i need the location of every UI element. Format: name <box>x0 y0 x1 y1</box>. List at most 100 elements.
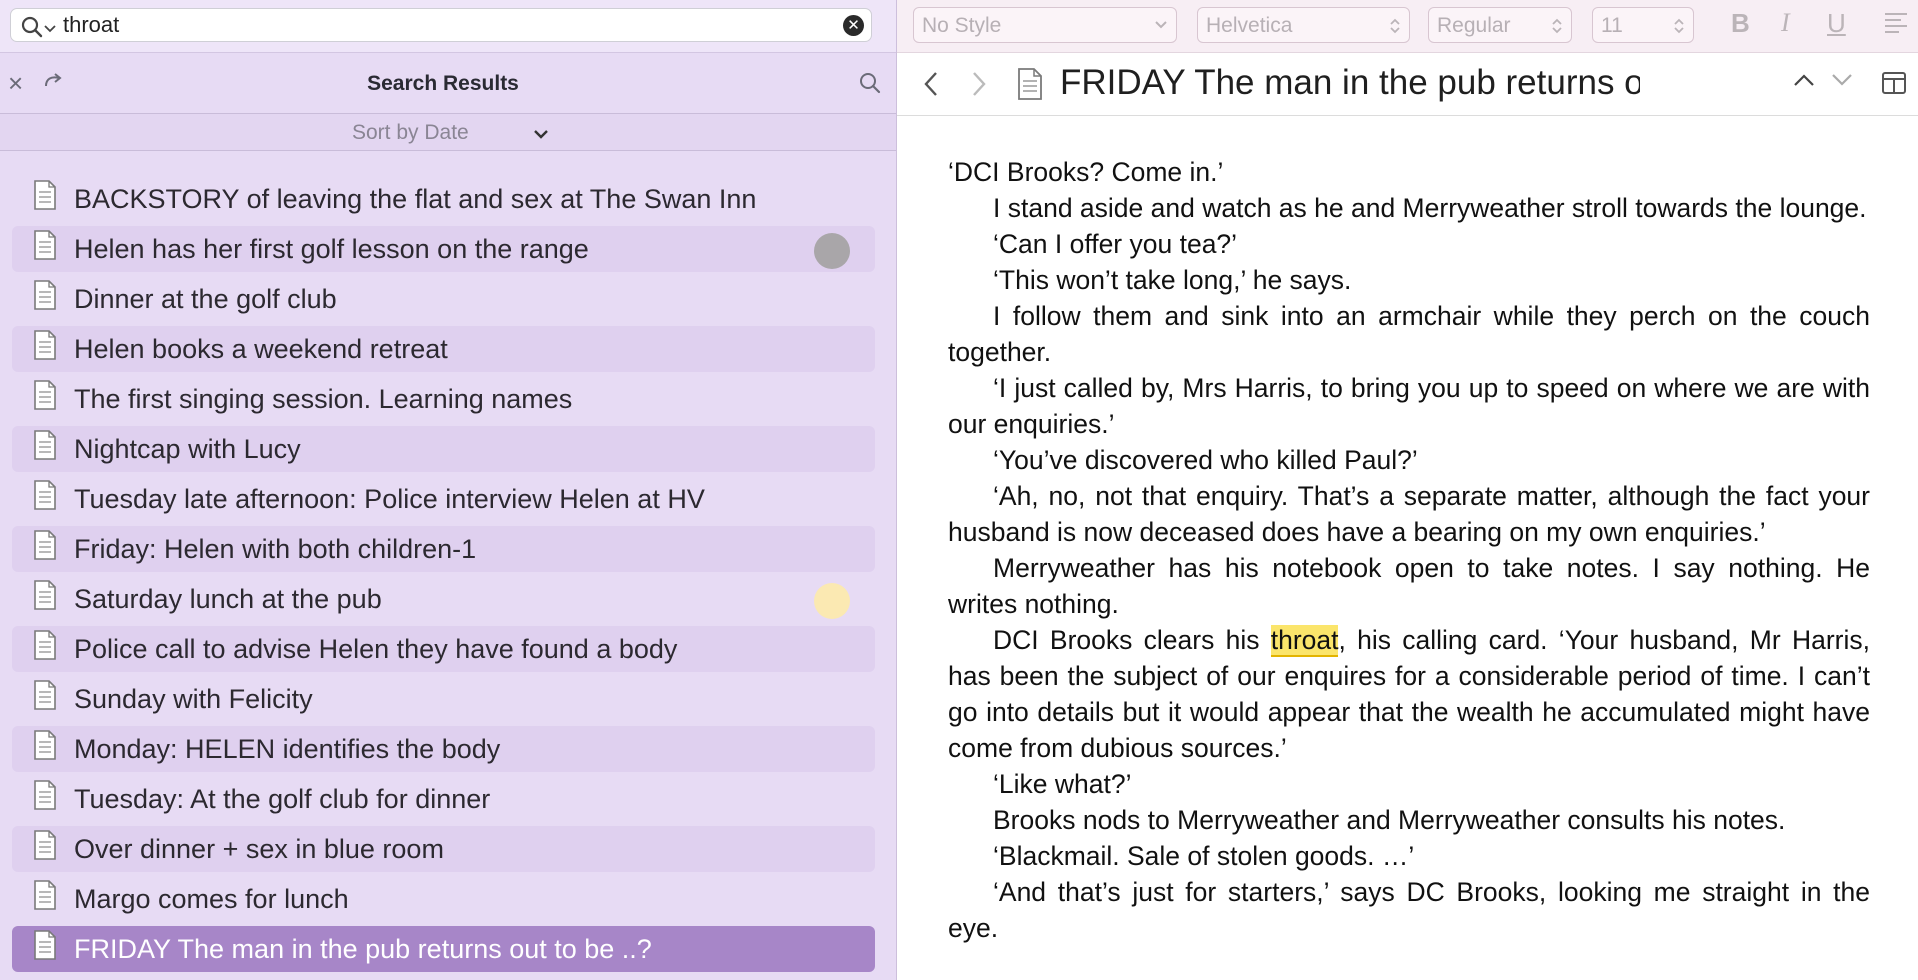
underline-button[interactable]: U <box>1827 8 1846 39</box>
paragraph: ‘Like what?’ <box>993 769 1132 799</box>
result-item-label: The first singing session. Learning name… <box>74 384 573 414</box>
document-icon <box>33 180 57 215</box>
forward-arrow-icon[interactable] <box>971 70 987 103</box>
result-item[interactable]: BACKSTORY of leaving the flat and sex at… <box>12 176 875 222</box>
document-editor[interactable]: ‘DCI Brooks? Come in.’ I stand aside and … <box>948 154 1870 946</box>
chevron-up-icon[interactable] <box>1793 73 1815 92</box>
paragraph: ‘And that’s just for starters,’ says DC … <box>948 877 1870 943</box>
result-item-label: Friday: Helen with both children-1 <box>74 534 477 564</box>
result-item-label: Nightcap with Lucy <box>74 434 301 464</box>
result-item-label: FRIDAY The man in the pub returns out to… <box>74 934 652 964</box>
result-item-label: Tuesday late afternoon: Police interview… <box>74 484 705 514</box>
document-icon <box>33 730 57 765</box>
result-item-label: Saturday lunch at the pub <box>74 584 382 614</box>
result-item[interactable]: Tuesday late afternoon: Police interview… <box>12 476 875 522</box>
document-icon <box>33 330 57 365</box>
paragraph: Brooks nods to Merryweather and Merrywea… <box>993 805 1786 835</box>
paragraph-text: DCI Brooks clears his <box>993 625 1271 655</box>
document-icon <box>1017 68 1043 105</box>
document-icon <box>33 430 57 465</box>
document-icon <box>33 680 57 715</box>
paragraph: I follow them and sink into an armchair … <box>948 301 1870 367</box>
result-item-label: BACKSTORY of leaving the flat and sex at… <box>74 184 757 214</box>
result-item[interactable]: Police call to advise Helen they have fo… <box>12 626 875 672</box>
document-icon <box>33 780 57 815</box>
italic-button[interactable]: I <box>1781 8 1790 38</box>
chevron-down-icon <box>44 20 56 38</box>
font-size-select[interactable]: 11 <box>1592 7 1694 43</box>
document-icon <box>33 380 57 415</box>
result-item-label: Helen books a weekend retreat <box>74 334 448 364</box>
result-item-label: Sunday with Felicity <box>74 684 313 714</box>
result-item-label: Monday: HELEN identifies the body <box>74 734 501 764</box>
result-item[interactable]: Over dinner + sex in blue room <box>12 826 875 872</box>
document-icon <box>33 880 57 915</box>
result-item-label: Helen has her first golf lesson on the r… <box>74 234 589 264</box>
document-title[interactable]: FRIDAY The man in the pub returns out to… <box>1060 63 1640 103</box>
paragraph: Merryweather has his notebook open to ta… <box>948 553 1870 619</box>
result-item-label: Over dinner + sex in blue room <box>74 834 444 864</box>
paragraph-style-select[interactable]: No Style <box>913 7 1177 43</box>
result-item[interactable]: Friday: Helen with both children-1 <box>12 526 875 572</box>
document-icon <box>33 280 57 315</box>
chevron-down-icon[interactable] <box>533 126 549 144</box>
search-field[interactable]: ✕ <box>10 8 872 42</box>
result-item[interactable]: Helen books a weekend retreat <box>12 326 875 372</box>
paragraph: ‘You’ve discovered who killed Paul?’ <box>993 445 1418 475</box>
document-icon <box>33 830 57 865</box>
chevron-down-icon <box>1154 16 1168 40</box>
bold-button[interactable]: B <box>1731 8 1750 39</box>
stepper-icon <box>1551 16 1563 42</box>
search-input[interactable] <box>63 12 833 38</box>
result-item[interactable]: Monday: HELEN identifies the body <box>12 726 875 772</box>
results-header: × Search Results <box>0 53 896 113</box>
document-icon <box>33 630 57 665</box>
back-arrow-icon[interactable] <box>923 70 939 103</box>
binder-search-pane: ✕ × Search Results Sort by Date BACKSTOR… <box>0 0 897 980</box>
editor-pane: No Style Helvetica Regular 11 B I U FRID… <box>897 0 1918 980</box>
font-family-select[interactable]: Helvetica <box>1197 7 1410 43</box>
document-icon <box>33 230 57 265</box>
paragraph: ‘Ah, no, not that enquiry. That’s a sepa… <box>948 481 1870 547</box>
sort-bar[interactable]: Sort by Date <box>0 113 896 151</box>
paragraph: ‘Can I offer you tea?’ <box>993 229 1238 259</box>
search-bar: ✕ <box>0 0 896 53</box>
result-item[interactable]: Dinner at the golf club <box>12 276 875 322</box>
format-bar: No Style Helvetica Regular 11 B I U <box>897 0 1918 53</box>
document-icon <box>33 530 57 565</box>
paragraph: ‘DCI Brooks? Come in.’ <box>948 157 1224 187</box>
results-list: BACKSTORY of leaving the flat and sex at… <box>0 176 896 976</box>
sort-label: Sort by Date <box>352 121 469 144</box>
text-alignment-icon[interactable] <box>1883 10 1909 41</box>
result-item-label: Tuesday: At the golf club for dinner <box>74 784 491 814</box>
document-icon <box>33 930 57 965</box>
result-item-label: Dinner at the golf club <box>74 284 337 314</box>
result-item[interactable]: Margo comes for lunch <box>12 876 875 922</box>
result-item[interactable]: Helen has her first golf lesson on the r… <box>12 226 875 272</box>
result-item[interactable]: Sunday with Felicity <box>12 676 875 722</box>
paragraph: I stand aside and watch as he and Merryw… <box>993 193 1867 223</box>
paragraph: ‘Blackmail. Sale of stolen goods. …’ <box>993 841 1415 871</box>
search-options-icon[interactable] <box>20 15 44 44</box>
label-color-dot <box>814 583 850 619</box>
result-item-label: Police call to advise Helen they have fo… <box>74 634 678 664</box>
result-item[interactable]: FRIDAY The man in the pub returns out to… <box>12 926 875 972</box>
search-icon[interactable] <box>858 71 882 100</box>
document-icon <box>33 580 57 615</box>
document-nav-bar: FRIDAY The man in the pub returns out to… <box>897 53 1918 116</box>
search-hit-highlight: throat <box>1270 625 1339 657</box>
result-item[interactable]: Tuesday: At the golf club for dinner <box>12 776 875 822</box>
result-item[interactable]: Saturday lunch at the pub <box>12 576 875 622</box>
font-weight-select[interactable]: Regular <box>1428 7 1572 43</box>
paragraph: ‘I just called by, Mrs Harris, to bring … <box>948 373 1870 439</box>
label-color-dot <box>814 233 850 269</box>
chevron-down-icon[interactable] <box>1831 73 1853 92</box>
paragraph: ‘This won’t take long,’ he says. <box>993 265 1352 295</box>
document-icon <box>33 480 57 515</box>
clear-search-icon[interactable]: ✕ <box>843 15 864 36</box>
result-item[interactable]: Nightcap with Lucy <box>12 426 875 472</box>
result-item-label: Margo comes for lunch <box>74 884 349 914</box>
split-view-icon[interactable] <box>1881 71 1907 100</box>
paragraph: DCI Brooks clears his throat, his callin… <box>948 622 1870 766</box>
result-item[interactable]: The first singing session. Learning name… <box>12 376 875 422</box>
